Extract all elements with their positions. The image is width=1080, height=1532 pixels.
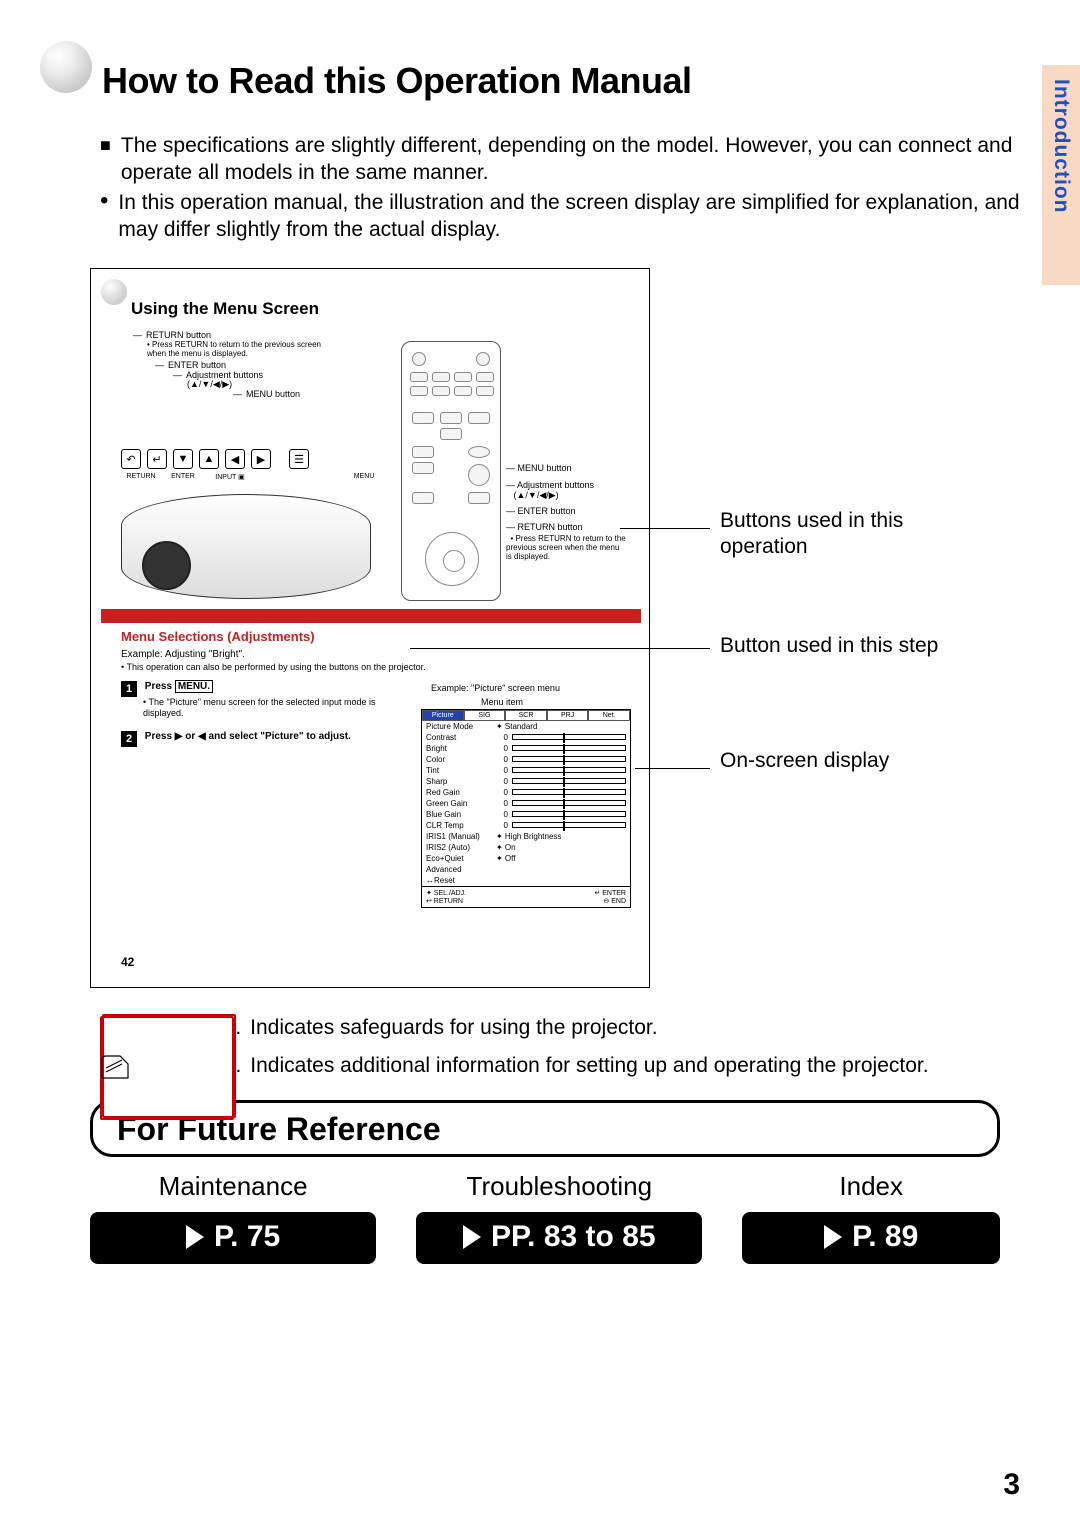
osd-tab-prj: PRJ (547, 710, 589, 721)
diagram-inset: Using the Menu Screen —RETURN button • P… (90, 268, 650, 988)
remote-return-label: — RETURN button (506, 523, 583, 533)
page-title-row: How to Read this Operation Manual (70, 60, 1020, 102)
intro-line-2: In this operation manual, the illustrati… (118, 189, 1020, 244)
ref-col-maintenance: Maintenance P. 75 (90, 1171, 376, 1264)
title-ornament-icon (40, 41, 92, 93)
osd-row: Blue Gain0 (422, 809, 630, 820)
projector-button-row: ↶ ↵ ▼ ▲ ◀ ▶ ☰ (121, 449, 309, 469)
osd-row: ↔Reset (422, 875, 630, 886)
ref-pill-index: P. 89 (742, 1212, 1000, 1264)
osd-row: Sharp0 (422, 776, 630, 787)
osd-row: Advanced (422, 864, 630, 875)
section-tab-label: Introduction (1049, 79, 1073, 213)
osd-row: IRIS1 (Manual)✦ High Brightness (422, 831, 630, 842)
projector-illustration (121, 494, 371, 599)
inset-page-number: 42 (121, 955, 134, 969)
info-legend-row: Info ......... Indicates safeguards for … (100, 1016, 1020, 1044)
osd-row: Contrast0 (422, 732, 630, 743)
osd-row: Picture Mode✦ Standard (422, 721, 630, 732)
menu-selections-heading: Menu Selections (Adjustments) (121, 629, 315, 644)
osd-footer: ✦ SEL./ADJ.↩ RETURN ↵ ENTER⊖ END (422, 886, 630, 907)
menu-button-label: MENU button (246, 390, 300, 400)
osd-tab-scr: SCR (505, 710, 547, 721)
osd-example-label: Example: "Picture" screen menu (431, 683, 560, 693)
osd-tab-picture: Picture (422, 710, 464, 721)
remote-menu-label: — MENU button (506, 464, 572, 474)
btn-down-icon: ▼ (173, 449, 193, 469)
dot-bullet-icon: • (100, 189, 108, 244)
remote-return-desc: • Press RETURN to return to the previous… (506, 535, 626, 561)
callout-onscreen-display: On-screen display (720, 748, 889, 774)
ref-pill-troubleshooting: PP. 83 to 85 (416, 1212, 702, 1264)
step-2: 2 Press ▶ or ◀ and select "Picture" to a… (121, 731, 401, 747)
osd-row: Color0 (422, 754, 630, 765)
callout-line-2 (410, 648, 710, 649)
info-text: Indicates safeguards for using the proje… (250, 1016, 657, 1040)
callout-line-3 (635, 768, 710, 769)
ref-pill-maintenance: P. 75 (90, 1212, 376, 1264)
ref-title-index: Index (742, 1171, 1000, 1202)
inset-title: Using the Menu Screen (131, 299, 319, 319)
note-text: Indicates additional information for set… (250, 1054, 1020, 1078)
btn-left-icon: ◀ (225, 449, 245, 469)
left-button-labels: —RETURN button • Press RETURN to return … (133, 331, 333, 400)
btn-up-icon: ▲ (199, 449, 219, 469)
projector-button-row-labels: RETURN ENTER INPUT ▣ MENU (121, 473, 381, 481)
osd-row: Bright0 (422, 743, 630, 754)
osd-row: CLR Temp0 (422, 820, 630, 831)
osd-tab-net: Net. (588, 710, 630, 721)
page-title: How to Read this Operation Manual (102, 60, 692, 102)
section-tab: Introduction (1042, 65, 1080, 285)
page-number: 3 (1003, 1468, 1020, 1502)
inset-ornament-icon (101, 279, 127, 305)
remote-adj-label: — Adjustment buttons (▲/▼/◀/▶) (506, 481, 594, 501)
osd-tabs: Picture SIG SCR PRJ Net. (422, 710, 630, 721)
callout-buttons-operation: Buttons used in this operation (720, 508, 990, 561)
osd-row: IRIS2 (Auto)✦ On (422, 842, 630, 853)
ref-title-troubleshooting: Troubleshooting (416, 1171, 702, 1202)
osd-row: Tint0 (422, 765, 630, 776)
osd-screen: Picture SIG SCR PRJ Net. Picture Mode✦ S… (421, 709, 631, 908)
arrow-right-icon (463, 1225, 481, 1249)
remote-enter-label: — ENTER button (506, 507, 576, 517)
osd-row: Red Gain0 (422, 787, 630, 798)
intro-line-1: The specifications are slightly differen… (121, 132, 1020, 187)
intro-text: ■The specifications are slightly differe… (70, 132, 1020, 243)
reference-row: Maintenance P. 75 Troubleshooting PP. 83… (90, 1171, 1000, 1264)
example-line: Example: Adjusting "Bright". (121, 649, 245, 660)
info-icon (100, 1016, 124, 1044)
btn-menu-icon: ☰ (289, 449, 309, 469)
btn-enter-icon: ↵ (147, 449, 167, 469)
step-1-desc: The "Picture" menu screen for the select… (143, 697, 376, 718)
legend-block: Info ......... Indicates safeguards for … (100, 1016, 1020, 1080)
btn-right-icon: ▶ (251, 449, 271, 469)
note-icon (100, 1054, 130, 1080)
ref-col-troubleshooting: Troubleshooting PP. 83 to 85 (416, 1171, 702, 1264)
ref-col-index: Index P. 89 (742, 1171, 1000, 1264)
square-bullet-icon: ■ (100, 132, 111, 187)
remote-illustration (401, 341, 501, 601)
example-subline: • This operation can also be performed b… (121, 662, 426, 672)
return-button-desc: Press RETURN to return to the previous s… (147, 340, 321, 358)
callout-line-1 (620, 528, 710, 529)
osd-row: Green Gain0 (422, 798, 630, 809)
step-1-number: 1 (121, 681, 137, 697)
callout-button-step: Button used in this step (720, 633, 938, 659)
step-1: 1 Press MENU. • The "Picture" menu scree… (121, 681, 401, 719)
menu-key-box: MENU. (175, 680, 213, 693)
osd-menuitem-label: Menu item (481, 697, 523, 707)
red-divider (101, 609, 641, 623)
arrow-right-icon (186, 1225, 204, 1249)
arrow-right-icon (824, 1225, 842, 1249)
diagram-area: Using the Menu Screen —RETURN button • P… (90, 268, 990, 998)
step-2-text: Press ▶ or ◀ and select "Picture" to adj… (145, 731, 351, 742)
step-2-number: 2 (121, 731, 137, 747)
ref-title-maintenance: Maintenance (90, 1171, 376, 1202)
note-legend-row: Note ....... Indicates additional inform… (100, 1054, 1020, 1080)
osd-row: Eco+Quiet✦ Off (422, 853, 630, 864)
btn-return-icon: ↶ (121, 449, 141, 469)
osd-tab-sig: SIG (464, 710, 506, 721)
